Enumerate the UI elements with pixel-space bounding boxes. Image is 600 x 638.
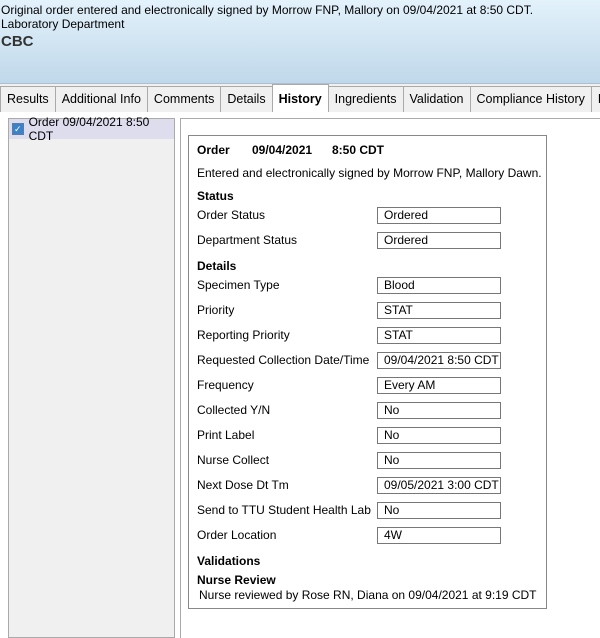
tab-additional-info[interactable]: Additional Info: [54, 86, 148, 112]
field-value: 09/05/2021 3:00 CDT: [377, 477, 501, 494]
order-title: CBC: [1, 33, 34, 50]
order-signed-text: Entered and electronically signed by Mor…: [197, 166, 542, 180]
field-label: Specimen Type: [197, 278, 280, 292]
history-item-label: Order 09/04/2021 8:50 CDT: [28, 115, 150, 143]
field-label: Requested Collection Date/Time: [197, 353, 370, 367]
order-summary: Original order entered and electronicall…: [1, 3, 534, 17]
field-label: Collected Y/N: [197, 403, 271, 417]
field-value: Ordered: [377, 207, 501, 224]
nurse-review-heading: Nurse Review: [197, 573, 276, 587]
field-label: Print Label: [197, 428, 255, 442]
field-label: Order Status: [197, 208, 266, 222]
tab-bar: Results Additional Info Comments Details His…: [0, 84, 600, 112]
field-label: Order Location: [197, 528, 277, 542]
field-value: STAT: [377, 302, 501, 319]
field-value: No: [377, 452, 501, 469]
department: Laboratory Department: [1, 17, 125, 31]
field-label: Send to TTU Student Health Lab: [197, 503, 371, 517]
checkbox-checked-icon[interactable]: ✓: [12, 123, 24, 135]
field-label: Reporting Priority: [197, 328, 290, 342]
field-value: Blood: [377, 277, 501, 294]
field-value: No: [377, 427, 501, 444]
order-type: Order: [197, 143, 230, 157]
field-label: Priority: [197, 303, 235, 317]
field-value: 09/04/2021 8:50 CDT: [377, 352, 501, 369]
order-time: 8:50 CDT: [332, 143, 385, 157]
tab-ingredients[interactable]: Ingredients: [327, 86, 404, 112]
history-list: ✓ Order 09/04/2021 8:50 CDT: [8, 115, 175, 638]
field-label: Nurse Collect: [197, 453, 270, 467]
field-value: No: [377, 502, 501, 519]
history-item[interactable]: ✓ Order 09/04/2021 8:50 CDT: [9, 115, 174, 143]
tab-details[interactable]: Details: [220, 86, 273, 112]
details-heading: Details: [197, 259, 237, 273]
field-label: Frequency: [197, 378, 254, 392]
field-label: Department Status: [197, 233, 298, 247]
nurse-review-text: Nurse reviewed by Rose RN, Diana on 09/0…: [199, 588, 537, 602]
tab-history[interactable]: History: [271, 84, 329, 112]
tab-comments[interactable]: Comments: [146, 86, 222, 112]
tab-compliance-history[interactable]: Compliance History: [469, 86, 592, 112]
field-value: Every AM: [377, 377, 501, 394]
field-value: No: [377, 402, 501, 419]
status-heading: Status: [197, 189, 234, 203]
field-value: 4W: [377, 527, 501, 544]
tab-validation[interactable]: Validation: [402, 86, 471, 112]
tab-p[interactable]: P: [590, 86, 600, 112]
order-date: 09/04/2021: [252, 143, 313, 157]
field-value: STAT: [377, 327, 501, 344]
tab-results[interactable]: Results: [0, 86, 56, 112]
validations-heading: Validations: [197, 554, 261, 568]
field-label: Next Dose Dt Tm: [197, 478, 289, 492]
order-header: Original order entered and electronicall…: [0, 0, 600, 84]
field-value: Ordered: [377, 232, 501, 249]
